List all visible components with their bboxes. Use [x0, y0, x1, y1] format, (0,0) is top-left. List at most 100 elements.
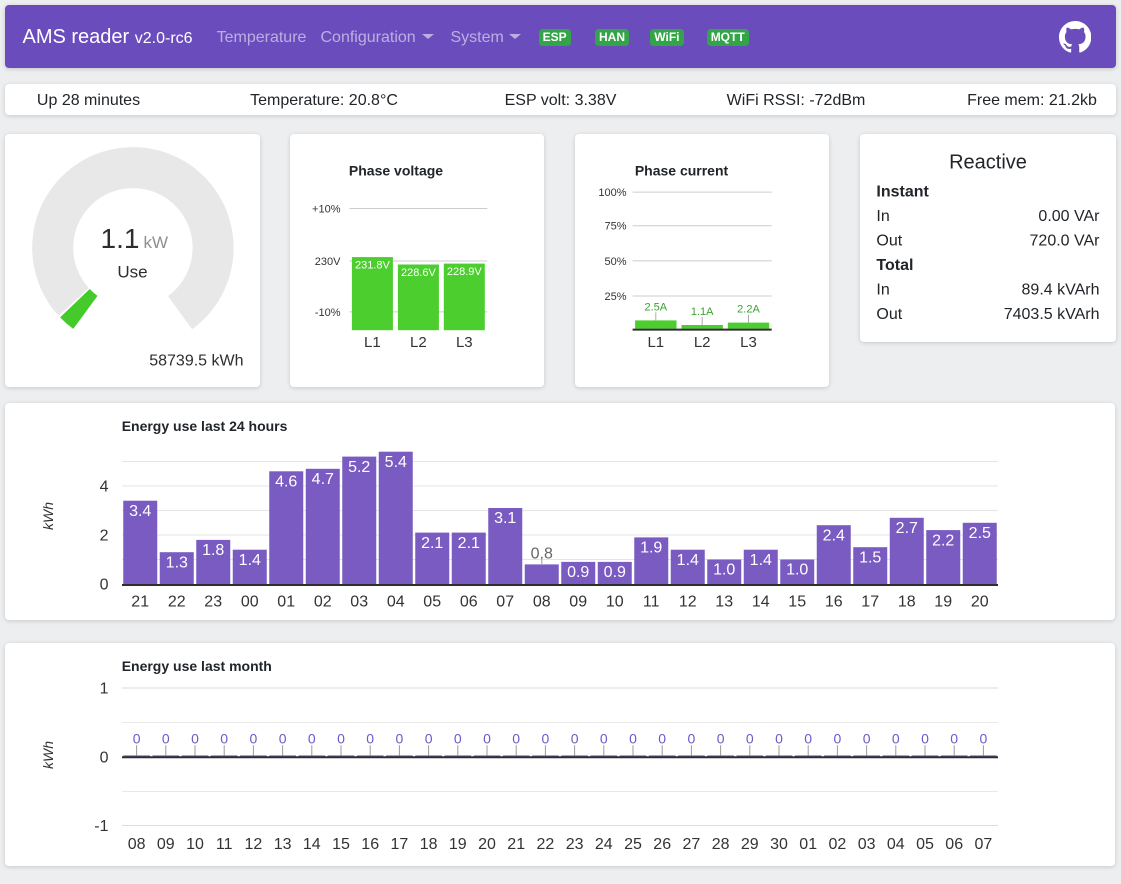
- svg-text:228.9V: 228.9V: [447, 265, 483, 277]
- svg-text:21: 21: [131, 594, 149, 611]
- svg-text:0: 0: [191, 730, 199, 746]
- svg-text:75%: 75%: [604, 220, 626, 232]
- svg-text:1.0: 1.0: [786, 562, 808, 579]
- svg-text:58739.5 kWh: 58739.5 kWh: [149, 352, 243, 369]
- svg-text:In: In: [876, 281, 889, 298]
- svg-text:0: 0: [629, 730, 637, 746]
- svg-text:20: 20: [478, 836, 496, 853]
- svg-text:20: 20: [971, 594, 989, 611]
- svg-text:228.6V: 228.6V: [401, 266, 437, 278]
- svg-text:07: 07: [975, 836, 993, 853]
- svg-text:0: 0: [512, 730, 520, 746]
- svg-text:0: 0: [100, 750, 109, 767]
- svg-text:kWh: kWh: [40, 741, 56, 769]
- svg-text:Reactive: Reactive: [949, 151, 1027, 173]
- svg-text:14: 14: [303, 836, 321, 853]
- svg-text:0: 0: [658, 730, 666, 746]
- svg-text:24: 24: [595, 836, 613, 853]
- svg-text:30: 30: [770, 836, 788, 853]
- svg-text:00: 00: [241, 594, 259, 611]
- svg-text:0: 0: [162, 730, 170, 746]
- svg-text:Instant: Instant: [876, 183, 929, 200]
- svg-text:1.4: 1.4: [677, 552, 699, 569]
- svg-text:0: 0: [337, 730, 345, 746]
- svg-text:+10%: +10%: [312, 203, 341, 215]
- svg-text:Use: Use: [117, 262, 147, 281]
- svg-text:0: 0: [425, 730, 433, 746]
- svg-text:0: 0: [220, 730, 228, 746]
- svg-text:18: 18: [898, 594, 916, 611]
- svg-text:26: 26: [653, 836, 671, 853]
- svg-text:02: 02: [314, 594, 332, 611]
- svg-text:2.5A: 2.5A: [644, 301, 667, 313]
- svg-text:16: 16: [361, 836, 379, 853]
- svg-text:06: 06: [460, 594, 478, 611]
- svg-text:Out: Out: [876, 305, 902, 322]
- svg-text:0: 0: [100, 577, 109, 594]
- svg-text:Phase voltage: Phase voltage: [349, 162, 443, 178]
- svg-text:1.1A: 1.1A: [691, 305, 714, 317]
- svg-text:100%: 100%: [598, 187, 626, 199]
- svg-text:In: In: [876, 207, 889, 224]
- svg-text:0: 0: [863, 730, 871, 746]
- svg-text:08: 08: [128, 836, 146, 853]
- svg-text:01: 01: [277, 594, 295, 611]
- svg-text:05: 05: [916, 836, 934, 853]
- svg-text:12: 12: [245, 836, 263, 853]
- svg-text:0: 0: [804, 730, 812, 746]
- svg-text:10: 10: [186, 836, 204, 853]
- svg-text:0: 0: [250, 730, 258, 746]
- svg-text:19: 19: [449, 836, 467, 853]
- svg-text:7403.5 kVArh: 7403.5 kVArh: [1004, 305, 1100, 322]
- svg-text:05: 05: [423, 594, 441, 611]
- svg-text:L1: L1: [647, 334, 664, 351]
- svg-text:27: 27: [683, 836, 701, 853]
- svg-text:0: 0: [775, 730, 783, 746]
- svg-text:L3: L3: [456, 334, 473, 351]
- svg-text:720.0 VAr: 720.0 VAr: [1030, 232, 1101, 249]
- svg-text:5.2: 5.2: [348, 459, 370, 476]
- svg-text:Total: Total: [876, 256, 913, 273]
- svg-text:1.8: 1.8: [202, 542, 224, 559]
- svg-text:11: 11: [643, 594, 660, 611]
- svg-text:15: 15: [788, 594, 806, 611]
- svg-text:25: 25: [624, 836, 642, 853]
- svg-text:0: 0: [396, 730, 404, 746]
- svg-text:28: 28: [712, 836, 730, 853]
- svg-text:2.2: 2.2: [932, 532, 954, 549]
- svg-text:0: 0: [980, 730, 988, 746]
- svg-text:1.3: 1.3: [166, 554, 188, 571]
- svg-text:2.1: 2.1: [421, 535, 443, 552]
- svg-text:L3: L3: [740, 334, 757, 351]
- svg-text:2.7: 2.7: [896, 520, 918, 537]
- svg-text:50%: 50%: [604, 255, 626, 267]
- svg-text:0: 0: [921, 730, 929, 746]
- svg-text:89.4 kVArh: 89.4 kVArh: [1022, 281, 1100, 298]
- svg-text:15: 15: [332, 836, 350, 853]
- svg-text:23: 23: [204, 594, 222, 611]
- svg-text:0: 0: [892, 730, 900, 746]
- svg-text:13: 13: [715, 594, 733, 611]
- svg-text:17: 17: [391, 836, 409, 853]
- svg-text:14: 14: [752, 594, 770, 611]
- svg-text:22: 22: [537, 836, 555, 853]
- svg-text:Out: Out: [876, 232, 902, 249]
- svg-text:1.4: 1.4: [239, 552, 261, 569]
- svg-text:Energy use last 24 hours: Energy use last 24 hours: [122, 418, 288, 434]
- svg-text:0: 0: [454, 730, 462, 746]
- svg-text:2.2A: 2.2A: [737, 303, 760, 315]
- svg-text:0.9: 0.9: [567, 564, 589, 581]
- svg-text:0: 0: [133, 730, 141, 746]
- svg-text:1.9: 1.9: [640, 540, 662, 557]
- svg-text:02: 02: [829, 836, 847, 853]
- svg-text:0: 0: [746, 730, 754, 746]
- svg-text:19: 19: [934, 594, 952, 611]
- svg-text:0: 0: [717, 730, 725, 746]
- svg-text:0: 0: [600, 730, 608, 746]
- svg-text:0: 0: [571, 730, 579, 746]
- svg-text:L2: L2: [694, 334, 711, 351]
- svg-text:0: 0: [308, 730, 316, 746]
- svg-text:21: 21: [507, 836, 525, 853]
- svg-text:2.1: 2.1: [458, 535, 480, 552]
- svg-text:2: 2: [100, 528, 109, 545]
